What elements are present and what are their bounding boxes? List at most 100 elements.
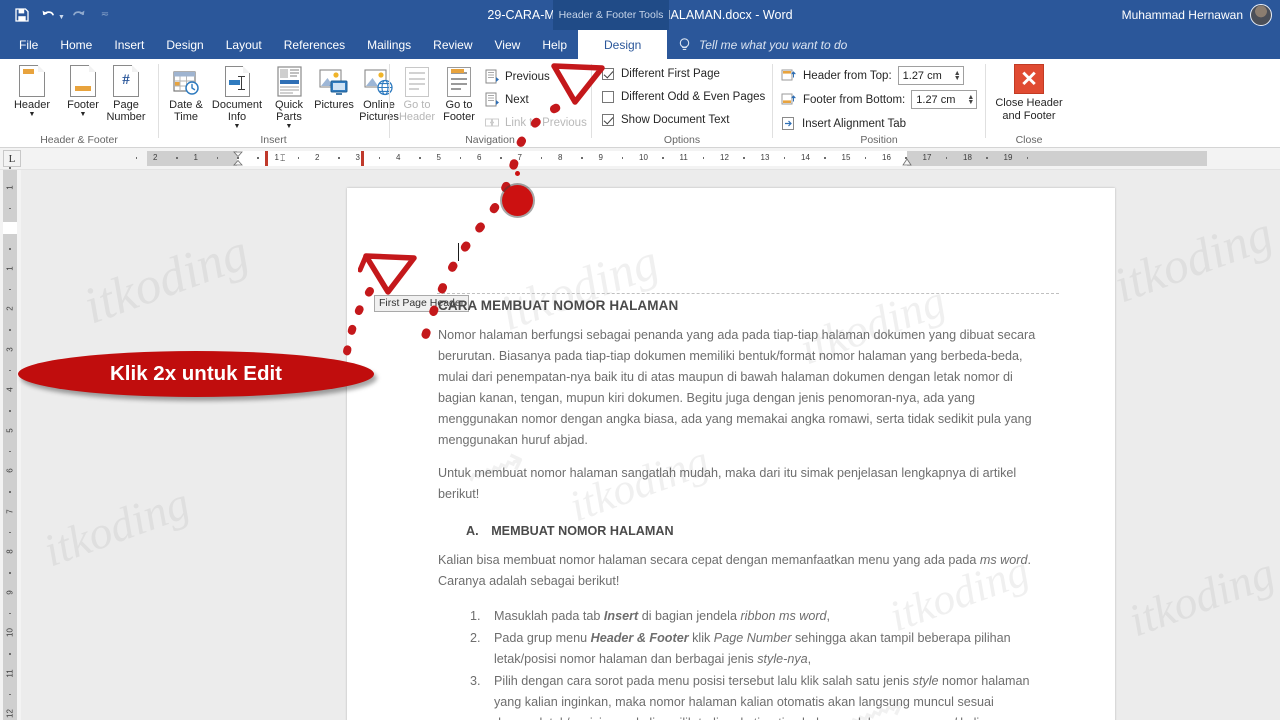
tab-file[interactable]: File	[8, 30, 49, 59]
previous-section-icon	[484, 69, 500, 85]
document-page[interactable]: itkoding itkoding itkoding itkoding ⟿ ⟿ …	[347, 188, 1115, 720]
tell-me-label: Tell me what you want to do	[699, 37, 848, 52]
quick-parts-icon	[276, 63, 303, 97]
header-from-top-row[interactable]: Header from Top: 1.27 cm ▲ ▼	[781, 66, 964, 85]
undo-icon[interactable]	[36, 4, 60, 26]
group-label-insert: Insert	[260, 134, 287, 146]
quick-parts-button[interactable]: Quick Parts ▼	[266, 63, 312, 131]
group-label-position: Position	[860, 134, 898, 146]
header-from-top-icon	[781, 68, 797, 84]
date-time-button[interactable]: Date & Time	[163, 63, 209, 131]
calendar-clock-icon	[172, 63, 200, 97]
tab-stop-marker[interactable]: ⌶	[280, 153, 285, 164]
ruler-tick-label: 2	[5, 306, 15, 311]
right-indent-marker[interactable]	[902, 158, 912, 168]
pictures-button[interactable]: Pictures	[312, 63, 356, 131]
tell-me-search[interactable]: Tell me what you want to do	[678, 30, 847, 59]
tab-references[interactable]: References	[273, 30, 356, 59]
show-document-text-checkbox[interactable]	[602, 114, 614, 126]
document-info-dropdown-icon[interactable]: ▼	[234, 123, 241, 130]
watermark: itkoding	[76, 223, 257, 336]
different-first-page-row[interactable]: Different First Page	[602, 68, 720, 80]
section-a-intro: Kalian bisa membuat nomor halaman secara…	[438, 553, 1031, 588]
red-dot-marker-small	[515, 171, 520, 176]
horizontal-ruler-track[interactable]: ⌶ 2 1 1 2 3 4 5 6 7 8 9 10 11 12 13 14 15 16 17 18 19	[135, 151, 1207, 168]
ruler-tick-label: 13	[760, 153, 770, 162]
show-document-text-row[interactable]: Show Document Text	[602, 114, 729, 126]
header-from-top-input[interactable]: 1.27 cm ▲ ▼	[897, 66, 964, 85]
insert-alignment-tab-label: Insert Alignment Tab	[802, 118, 906, 130]
header-from-top-stepper[interactable]: ▲ ▼	[954, 70, 961, 82]
insert-alignment-tab-icon	[781, 116, 797, 132]
ruler-tick	[257, 157, 259, 159]
tab-review[interactable]: Review	[422, 30, 483, 59]
save-icon[interactable]	[10, 4, 34, 26]
horizontal-ruler[interactable]: L ⌶ 2 1 1 2 3 4 5 6 7 8 9 10 11 12 13 14 15 16 17 18 19	[0, 148, 1280, 170]
ruler-tick	[702, 157, 705, 159]
close-header-and-footer-button[interactable]: ✕ Close Header and Footer	[992, 64, 1066, 130]
ribbon-tab-bar: File Home Insert Design Layout References Mail…	[0, 30, 1280, 59]
tab-mailings[interactable]: Mailings	[356, 30, 422, 59]
link-to-previous-button[interactable]: Link to Previous	[484, 113, 587, 133]
ruler-tick-label: 9	[598, 153, 603, 162]
document-canvas[interactable]: itkoding itkoding itkoding itkoding itko…	[21, 170, 1280, 720]
redo-icon[interactable]	[67, 4, 91, 26]
customize-quick-access-toolbar-icon[interactable]: ≂	[93, 4, 117, 26]
tab-insert[interactable]: Insert	[103, 30, 155, 59]
header-dropdown-icon[interactable]: ▼	[29, 111, 36, 118]
tab-layout[interactable]: Layout	[215, 30, 273, 59]
undo-dropdown-icon[interactable]: ▼	[58, 14, 65, 21]
document-info-icon	[224, 63, 250, 97]
quick-parts-dropdown-icon[interactable]: ▼	[286, 123, 293, 130]
different-odd-even-checkbox[interactable]	[602, 91, 614, 103]
left-indent-marker[interactable]	[233, 151, 243, 168]
avatar[interactable]	[1250, 4, 1272, 26]
group-label-close: Close	[1015, 134, 1043, 146]
footer-dropdown-icon[interactable]: ▼	[80, 111, 87, 118]
go-to-header-icon	[405, 63, 429, 97]
go-to-footer-label: Go to Footer	[443, 99, 475, 123]
list-item: Masuklah pada tab Insert di bagian jende…	[484, 606, 1038, 627]
next-button[interactable]: Next	[484, 90, 529, 110]
go-to-footer-button[interactable]: Go to Footer	[438, 63, 480, 131]
tab-stop-selector[interactable]: L	[3, 150, 21, 167]
footer-page-icon	[70, 63, 96, 97]
header-button[interactable]: Header ▼	[6, 63, 58, 131]
ribbon-group-navigation: Go to Header Go to Footer Previous Next …	[390, 59, 593, 148]
different-first-page-checkbox[interactable]	[602, 68, 614, 80]
account-area[interactable]: Muhammad Hernawan	[1122, 0, 1272, 30]
ribbon-group-close: ✕ Close Header and Footer Close	[986, 59, 1072, 148]
different-odd-even-row[interactable]: Different Odd & Even Pages	[602, 91, 765, 103]
tab-help[interactable]: Help	[531, 30, 578, 59]
ruler-tick	[500, 157, 502, 159]
go-to-header-label: Go to Header	[398, 99, 436, 123]
vertical-ruler[interactable]: 1 1 2 3 4 5 6 7 8 9 10 11 12	[0, 167, 21, 720]
footer-from-bottom-icon	[781, 92, 797, 108]
footer-from-bottom-row[interactable]: Footer from Bottom: 1.27 cm ▲ ▼	[781, 90, 978, 109]
different-odd-even-label: Different Odd & Even Pages	[621, 91, 766, 103]
margin-marker-right	[361, 151, 364, 166]
tab-home[interactable]: Home	[49, 30, 103, 59]
tab-design-active[interactable]: Design	[578, 30, 668, 59]
document-info-button[interactable]: Document Info ▼	[209, 63, 265, 131]
insert-alignment-tab-button[interactable]: Insert Alignment Tab	[781, 114, 906, 134]
ruler-tick	[9, 612, 11, 615]
page-number-icon: #	[113, 63, 139, 97]
ruler-tick	[581, 157, 583, 159]
tab-design[interactable]: Design	[155, 30, 214, 59]
list-item: Pada grup menu Header & Footer klik Page…	[484, 628, 1038, 670]
previous-button[interactable]: Previous	[484, 67, 550, 87]
title-bar: ▼ ≂ 29-CARA-MEMBUAT-NOMOR-HALAMAN.docx -…	[0, 0, 1280, 30]
page-number-button[interactable]: # Page Number	[97, 63, 155, 131]
vertical-ruler-text-area	[3, 222, 17, 234]
footer-from-bottom-input[interactable]: 1.27 cm ▲ ▼	[911, 90, 978, 109]
go-to-header-button[interactable]: Go to Header	[396, 63, 438, 131]
footer-from-bottom-value: 1.27 cm	[916, 93, 956, 106]
ruler-tick-label: 7	[517, 153, 522, 162]
document-body[interactable]: CARA MEMBUAT NOMOR HALAMAN Nomor halaman…	[438, 298, 1038, 720]
ruler-tick-label: 2	[315, 153, 320, 162]
tab-view[interactable]: View	[484, 30, 532, 59]
lightbulb-icon	[678, 37, 691, 52]
ruler-tick	[378, 157, 381, 159]
footer-from-bottom-stepper[interactable]: ▲ ▼	[967, 94, 974, 106]
